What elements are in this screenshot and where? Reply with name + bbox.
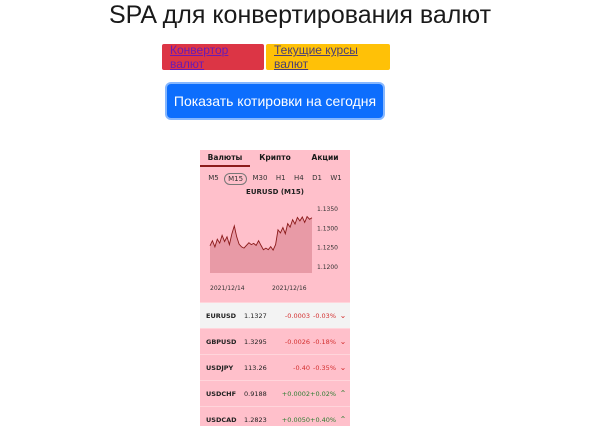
chevron-down-icon: ⌄ xyxy=(339,311,347,320)
y-tick-label: 1.1200 xyxy=(317,264,338,271)
quote-percent: +0.02% xyxy=(310,389,337,398)
quote-row-eurusd[interactable]: EURUSD 1.1327 -0.0003 -0.03% ⌄ xyxy=(200,302,350,328)
quote-row-usdcad[interactable]: USDCAD 1.2823 +0.0050 +0.40% ⌃ xyxy=(200,406,350,426)
timeframe-m30[interactable]: M30 xyxy=(249,173,270,185)
quote-percent: +0.40% xyxy=(310,415,337,424)
quote-percent: -0.18% xyxy=(313,337,336,346)
chevron-up-icon: ⌃ xyxy=(339,415,347,424)
x-tick-label: 2021/12/14 xyxy=(210,285,245,292)
quote-symbol: EURUSD xyxy=(206,311,237,320)
y-tick-label: 1.1300 xyxy=(317,225,338,232)
timeframe-m5[interactable]: M5 xyxy=(205,173,222,185)
chevron-down-icon: ⌄ xyxy=(339,337,347,346)
quote-percent: -0.03% xyxy=(313,311,336,320)
quote-row-usdjpy[interactable]: USDJPY 113.26 -0.40 -0.35% ⌄ xyxy=(200,354,350,380)
quote-row-usdchf[interactable]: USDCHF 0.9188 +0.0002 +0.02% ⌃ xyxy=(200,380,350,406)
nav-bar: Конвертор валют Текущие курсы валют xyxy=(162,43,390,71)
timeframe-m15[interactable]: M15 xyxy=(224,173,248,185)
quote-symbol: USDCAD xyxy=(206,415,237,424)
quote-symbol: USDCHF xyxy=(206,389,237,398)
chart-title: EURUSD (M15) xyxy=(246,188,304,196)
y-tick-label: 1.1350 xyxy=(317,206,338,213)
quote-price: 113.26 xyxy=(244,363,267,372)
chevron-up-icon: ⌃ xyxy=(339,389,347,398)
quote-row-gbpusd[interactable]: GBPUSD 1.3295 -0.0026 -0.18% ⌄ xyxy=(200,328,350,354)
show-quotes-button[interactable]: Показать котировки на сегодня xyxy=(167,84,383,118)
quote-table: EURUSD 1.1327 -0.0003 -0.03% ⌄ GBPUSD 1.… xyxy=(200,302,350,426)
timeframe-selector: M5 M15 M30 H1 H4 D1 W1 xyxy=(200,173,350,185)
x-tick-label: 2021/12/16 xyxy=(272,285,307,292)
quote-change: -0.40 xyxy=(293,363,310,372)
quote-symbol: GBPUSD xyxy=(206,337,237,346)
price-chart: 1.1350 1.1300 1.1250 1.1200 2021/12/14 2021/… xyxy=(209,206,338,292)
tab-currencies[interactable]: Валюты xyxy=(200,150,250,167)
y-tick-label: 1.1250 xyxy=(317,245,338,252)
quote-change: +0.0002 xyxy=(281,389,310,398)
quote-change: -0.0026 xyxy=(284,337,310,346)
timeframe-d1[interactable]: D1 xyxy=(309,173,325,185)
nav-converter-link[interactable]: Конвертор валют xyxy=(162,43,264,71)
timeframe-h4[interactable]: H4 xyxy=(291,173,307,185)
quote-symbol: USDJPY xyxy=(206,363,234,372)
timeframe-h1[interactable]: H1 xyxy=(273,173,289,185)
timeframe-w1[interactable]: W1 xyxy=(327,173,344,185)
page-title: SPA для конвертирования валют xyxy=(108,1,492,29)
quote-price: 1.3295 xyxy=(244,337,267,346)
quote-change: -0.0003 xyxy=(284,311,310,320)
quote-price: 1.1327 xyxy=(244,311,267,320)
nav-rates-link[interactable]: Текущие курсы валют xyxy=(266,43,390,71)
chevron-down-icon: ⌄ xyxy=(339,363,347,372)
tab-stocks[interactable]: Акции xyxy=(300,150,350,167)
quote-change: +0.0050 xyxy=(281,415,310,424)
quote-percent: -0.35% xyxy=(313,363,336,372)
quote-price: 0.9188 xyxy=(244,389,267,398)
quote-price: 1.2823 xyxy=(244,415,267,424)
widget-tabs: Валюты Крипто Акции xyxy=(200,150,350,167)
quotes-widget: Валюты Крипто Акции M5 M15 M30 H1 H4 D1 … xyxy=(200,150,350,426)
tab-crypto[interactable]: Крипто xyxy=(250,150,300,167)
